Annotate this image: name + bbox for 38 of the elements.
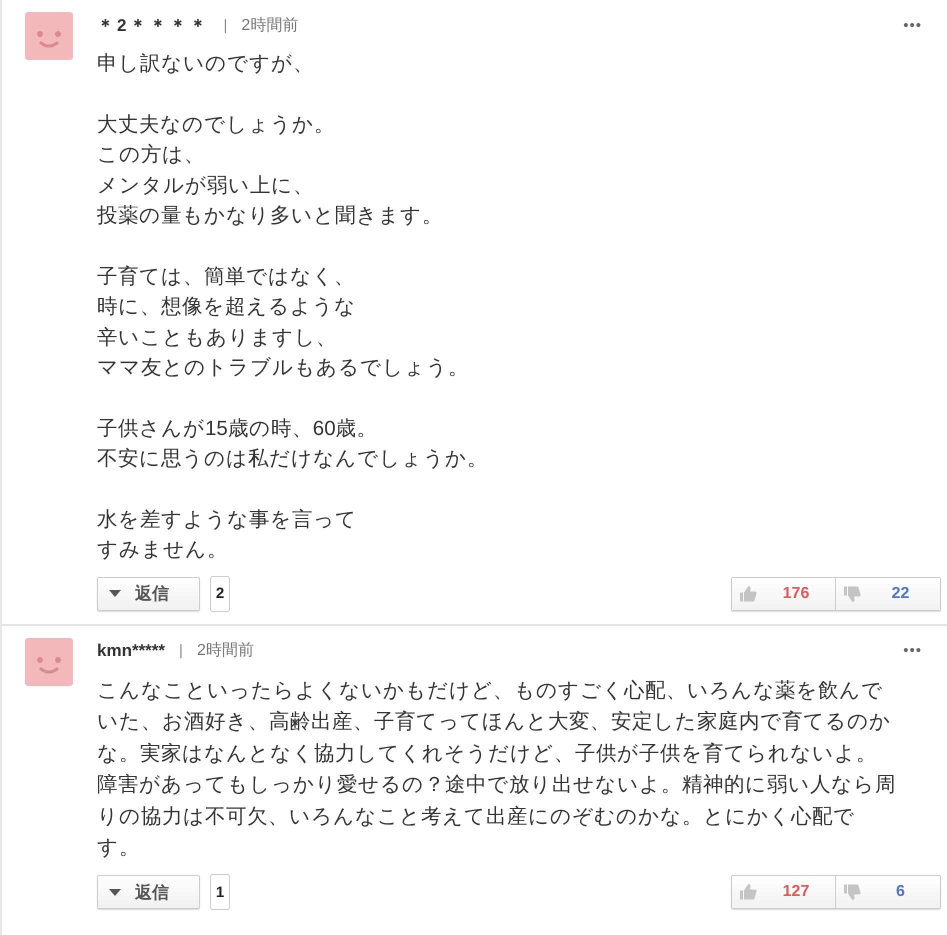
dislike-button[interactable]: 6 xyxy=(836,876,940,908)
comment-line: 大丈夫なのでしょうか。 xyxy=(97,112,336,138)
thumbs-down-icon xyxy=(844,884,861,900)
caret-icon xyxy=(109,590,121,597)
reply-count: 1 xyxy=(210,874,230,910)
separator: | xyxy=(223,16,228,34)
thumbs-up-icon xyxy=(740,884,757,900)
like-button[interactable]: 127 xyxy=(732,876,836,908)
thumbs-up-icon xyxy=(740,586,757,602)
username: kmn***** xyxy=(97,640,166,660)
comment-line: 申し訳ないのですが、 xyxy=(97,51,315,77)
comment-text: こんなこといったらよくないかもだけど、ものすごく心配、いろんな薬を飲んでいた、お酒好き、高齢出産、子育てってほんと大変、安定した家庭内で育てるのかな。実家はなんとなく協力してくれそうだけど、子供が子供を育てられないよ。障害があってもしっかり愛せるの？途中で放り出せないよ。精神的に弱い人なら周りの協力は不可欠、いろんなこと考えて出産にのぞむのかな。とにかく心配です。 xyxy=(97,678,896,862)
caret-icon xyxy=(109,888,121,896)
comment-line: 子供さんが15歳の時、60歳。 xyxy=(97,416,379,442)
username: ＊2＊＊＊＊ xyxy=(97,14,210,36)
comment-line: メンタルが弱い上に、 xyxy=(97,172,315,198)
timestamp: 2時間前 xyxy=(241,16,298,36)
thumbs-down-icon xyxy=(844,586,861,602)
comment-line: ママ友とのトラブルもあるでしょう。 xyxy=(97,355,470,381)
comment-line: この方は、 xyxy=(97,142,206,168)
more-button[interactable]: ••• xyxy=(903,16,922,34)
avatar-icon xyxy=(25,12,73,60)
like-button[interactable]: 176 xyxy=(732,578,836,610)
comment-line: 水を差すような事を言って xyxy=(97,506,358,532)
more-button[interactable]: ••• xyxy=(903,642,922,659)
reply-button[interactable]: 返信 xyxy=(97,875,200,910)
timestamp: 2時間前 xyxy=(196,640,254,661)
avatar-icon xyxy=(25,638,73,686)
comment-line: 時に、想像を超えるような xyxy=(97,294,357,320)
separator: | xyxy=(179,642,183,659)
dislike-button[interactable]: 22 xyxy=(836,578,940,610)
comment-line: 投薬の量もかなり多いと聞きます。 xyxy=(97,203,444,229)
comment-line: すみません。 xyxy=(97,537,229,563)
reply-count: 2 xyxy=(210,576,230,612)
comment-line: 不安に思うのは私だけなんでしょうか。 xyxy=(97,446,489,472)
comment-line: 子育ては、簡単ではなく、 xyxy=(97,264,356,290)
reply-button[interactable]: 返信 xyxy=(97,576,200,610)
comment-line: 辛いこともありますし、 xyxy=(97,324,338,350)
